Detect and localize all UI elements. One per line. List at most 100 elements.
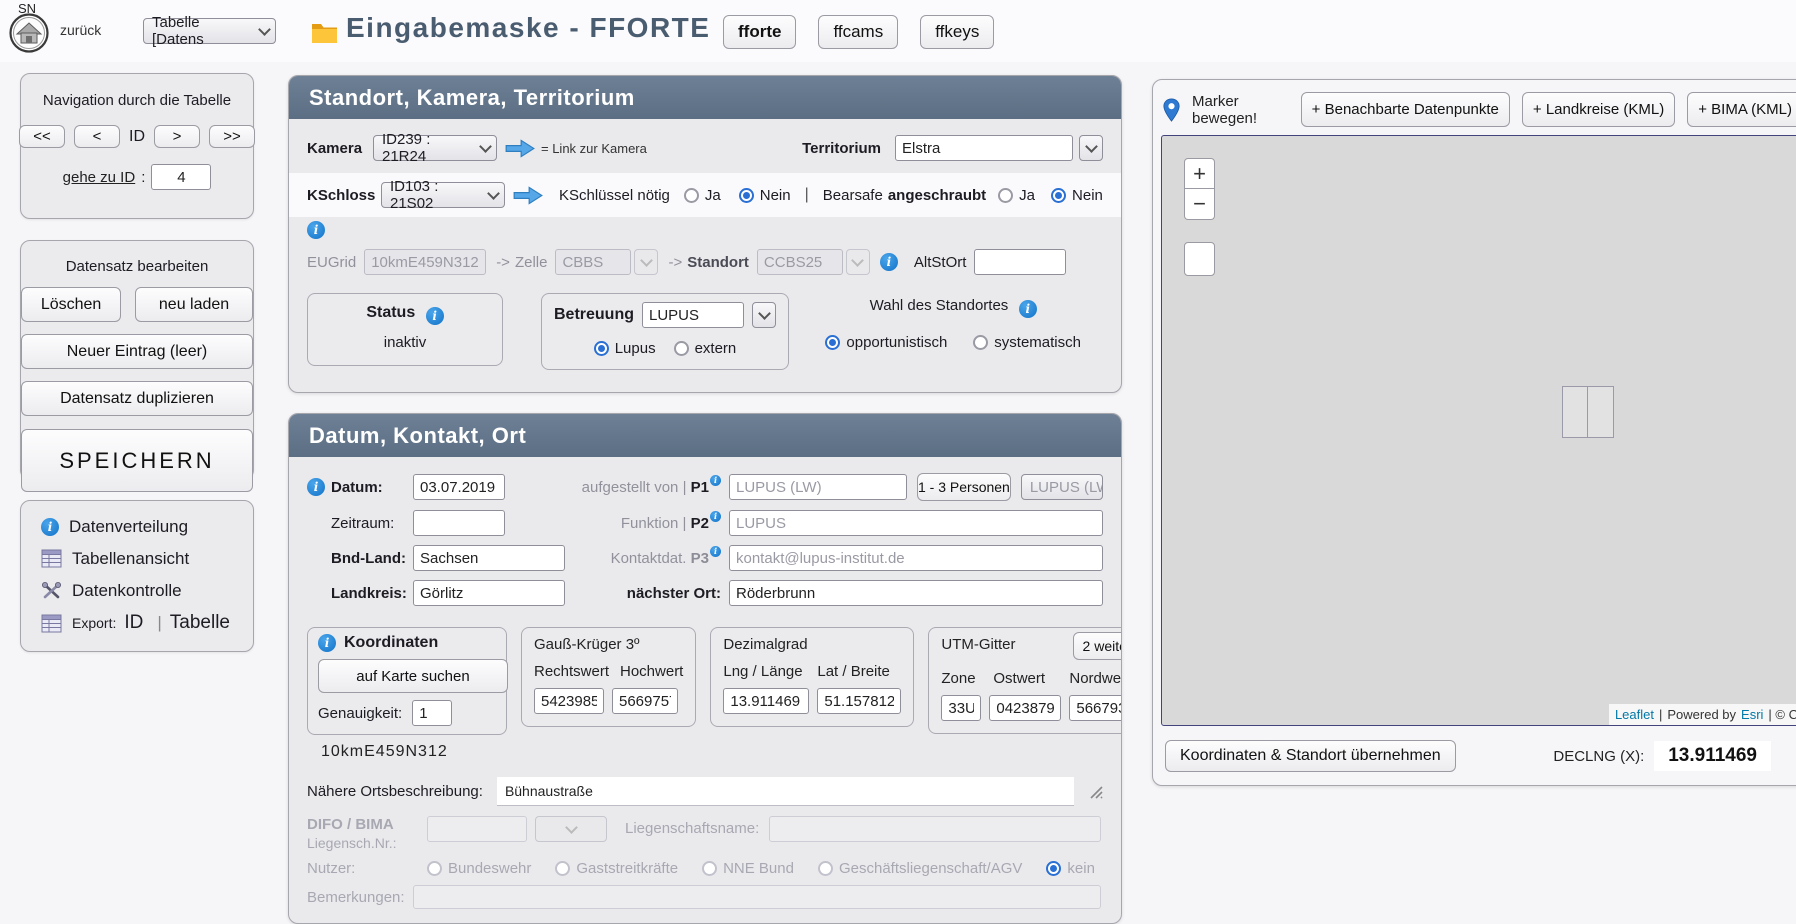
ostwert-input[interactable] [989, 695, 1061, 721]
map-control-button[interactable] [1184, 242, 1215, 276]
territorium-input[interactable] [895, 135, 1073, 161]
betreuung-dropdown-button[interactable] [752, 302, 776, 328]
info-icon[interactable]: i [880, 253, 898, 271]
karte-suchen-button[interactable]: auf Karte suchen [318, 659, 508, 693]
lng-input[interactable] [723, 688, 809, 714]
territorium-dropdown-button[interactable] [1079, 135, 1103, 161]
esri-link[interactable]: Esri [1741, 707, 1763, 722]
first-record-button[interactable]: << [19, 125, 65, 148]
info-icon[interactable]: i [307, 478, 325, 496]
p2-label: Funktion | [621, 515, 687, 532]
data-distribution-link[interactable]: i Datenverteilung [41, 517, 253, 537]
back-link[interactable]: zurück [60, 22, 101, 38]
table-view-link[interactable]: Tabellenansicht [41, 548, 253, 569]
info-icon[interactable]: i [710, 475, 721, 486]
zoom-out-button[interactable]: − [1184, 189, 1215, 220]
rechtswert-label: Rechtswert [534, 663, 606, 680]
p1-select[interactable]: LUPUS (LW [1021, 474, 1103, 500]
liegenschaftsname-label: Liegenschaftsname: [625, 820, 759, 837]
standort-section-title: Standort, Kamera, Territorium [289, 76, 1121, 119]
nordwert-input[interactable] [1069, 695, 1122, 721]
info-icon[interactable]: i [1019, 300, 1037, 318]
zeitraum-input[interactable] [413, 510, 505, 536]
export-id-link[interactable]: ID [124, 612, 143, 634]
benachbarte-datenpunkte-button[interactable]: + Benachbarte Datenpunkte [1301, 92, 1510, 127]
last-record-button[interactable]: >> [209, 125, 255, 148]
genauigkeit-input[interactable] [412, 700, 452, 726]
duplicate-record-button[interactable]: Datensatz duplizieren [21, 381, 253, 416]
betreuung-extern-radio[interactable] [674, 341, 689, 356]
kschloss-select[interactable]: ID103 : 21S02 [381, 182, 505, 208]
app-button-ffcams[interactable]: ffcams [818, 15, 898, 49]
p2-input[interactable] [729, 510, 1103, 536]
info-icon[interactable]: i [426, 307, 444, 325]
koordinaten-label: Koordinaten [344, 634, 438, 652]
lat-input[interactable] [817, 688, 901, 714]
standort-arrow: -> [668, 254, 682, 271]
map-canvas[interactable]: + − Leaflet | Powered by Esri | © C [1161, 135, 1796, 726]
bearsafe-ja-label: Ja [1019, 187, 1035, 204]
altstort-input[interactable] [974, 249, 1066, 275]
link-arrow-icon[interactable] [513, 186, 543, 205]
goto-id-link[interactable]: gehe zu ID [63, 169, 136, 186]
info-icon: i [41, 518, 59, 536]
next-record-button[interactable]: > [154, 125, 200, 148]
main-form: Standort, Kamera, Territorium Kamera ID2… [288, 75, 1122, 924]
nutzer-gaststreitkraefte-label: Gaststreitkräfte [576, 860, 678, 877]
link-arrow-icon[interactable] [505, 139, 535, 158]
koordinaten-box: i Koordinaten auf Karte suchen Genauigke… [307, 627, 507, 735]
difo-title: DIFO / BIMA [307, 816, 427, 835]
info-icon[interactable]: i [318, 634, 336, 652]
info-icon[interactable]: i [710, 546, 721, 557]
bima-kml-button[interactable]: + BIMA (KML) [1687, 92, 1796, 127]
landkreis-input[interactable] [413, 580, 565, 606]
p1-label: aufgestellt von | [582, 479, 687, 496]
tools-panel: i Datenverteilung Tabellenansicht [20, 500, 254, 652]
zone-input[interactable] [941, 695, 981, 721]
wahl-opportunistisch-radio[interactable] [825, 335, 840, 350]
personen-button[interactable]: 1 - 3 Personen [917, 473, 1011, 501]
landkreise-kml-button[interactable]: + Landkreise (KML) [1522, 92, 1675, 127]
ortsbeschreibung-input[interactable] [497, 777, 1074, 806]
leaflet-link[interactable]: Leaflet [1615, 707, 1654, 722]
home-icon[interactable] [9, 13, 49, 53]
new-entry-button[interactable]: Neuer Eintrag (leer) [21, 334, 253, 369]
resize-grip-icon[interactable] [1088, 784, 1103, 799]
betreuung-extern-label: extern [695, 340, 737, 357]
dezimalgrad-box: Dezimalgrad Lng / Länge Lat / Breite [710, 627, 914, 727]
app-button-fforte[interactable]: fforte [723, 15, 796, 49]
p1-input[interactable] [729, 474, 907, 500]
wahl-systematisch-radio[interactable] [973, 335, 988, 350]
prev-record-button[interactable]: < [74, 125, 120, 148]
goto-id-input[interactable] [151, 164, 211, 190]
info-icon[interactable]: i [307, 221, 325, 239]
table-select-value: Tabelle [Datens [152, 14, 252, 48]
kschluessel-nein-radio[interactable] [739, 188, 754, 203]
ort-input[interactable] [729, 580, 1103, 606]
info-icon[interactable]: i [710, 511, 721, 522]
koordinaten-uebernehmen-button[interactable]: Koordinaten & Standort übernehmen [1165, 740, 1456, 772]
app-button-ffkeys[interactable]: ffkeys [920, 15, 994, 49]
status-value: inaktiv [308, 334, 502, 351]
zoom-in-button[interactable]: + [1184, 158, 1215, 189]
betreuung-lupus-radio[interactable] [594, 341, 609, 356]
reload-button[interactable]: neu laden [135, 287, 253, 322]
table-select[interactable]: Tabelle [Datens [143, 18, 276, 44]
bearsafe-nein-radio[interactable] [1051, 188, 1066, 203]
rechtswert-input[interactable] [534, 688, 604, 714]
bearsafe-ja-radio[interactable] [998, 188, 1013, 203]
kschluessel-ja-radio[interactable] [684, 188, 699, 203]
export-table-link[interactable]: Tabelle [170, 612, 230, 634]
datum-input[interactable] [413, 474, 505, 500]
bndland-input[interactable] [413, 545, 565, 571]
gk-title: Gauß-Krüger 3º [534, 636, 683, 653]
save-button[interactable]: SPEICHERN [21, 429, 253, 492]
delete-button[interactable]: Löschen [21, 287, 121, 322]
hochwert-label: Hochwert [620, 663, 683, 680]
data-control-link[interactable]: Datenkontrolle [41, 580, 253, 601]
hochwert-input[interactable] [612, 688, 678, 714]
utm-more-button[interactable]: 2 weitere [1073, 632, 1122, 660]
betreuung-input[interactable] [642, 302, 744, 328]
p3-input[interactable] [729, 545, 1103, 571]
kamera-select[interactable]: ID239 : 21R24 [373, 135, 497, 161]
